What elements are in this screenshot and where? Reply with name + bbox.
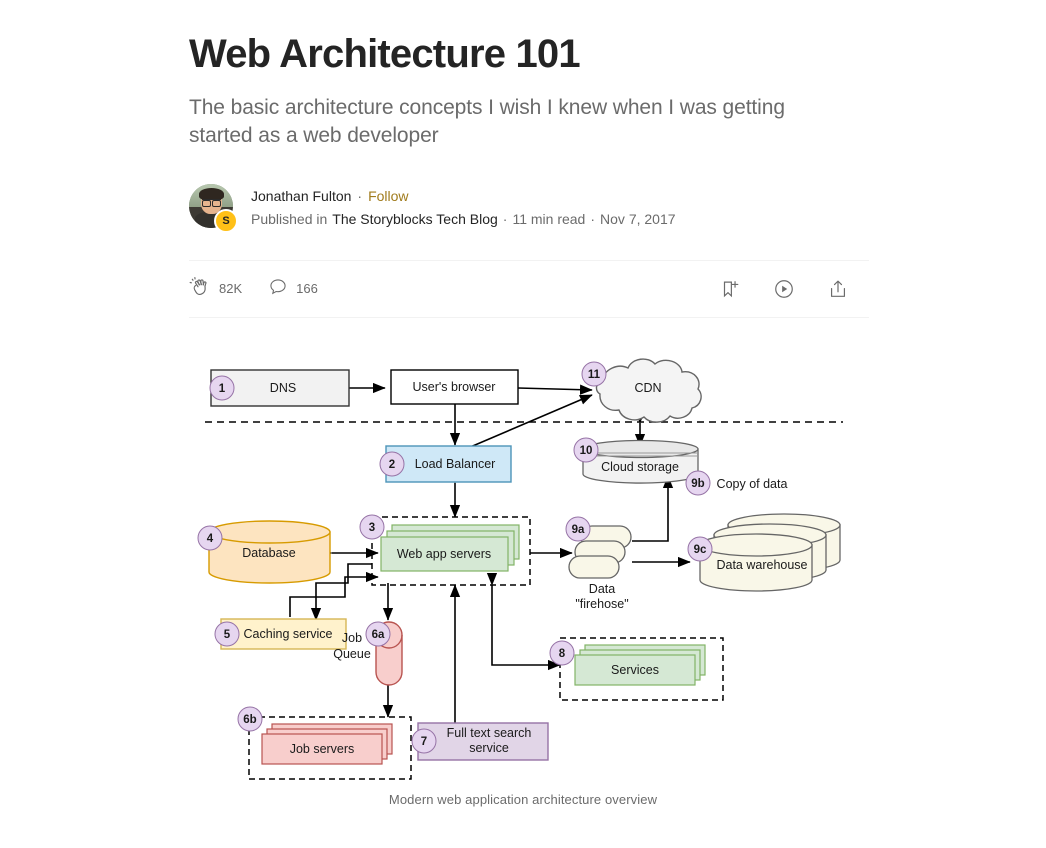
avatar[interactable]: S <box>189 183 238 233</box>
node-fulltext-label-line1: Full text search <box>447 726 532 740</box>
figure-caption: Modern web application architecture over… <box>388 792 658 807</box>
byline-separator-3: · <box>590 211 596 228</box>
comment-count: 166 <box>296 281 318 297</box>
node-jobservers-label: Job servers <box>290 742 355 756</box>
byline-text: Jonathan Fulton · Follow Published in Th… <box>251 186 676 229</box>
edge-firehose-cloudstorage <box>632 475 674 542</box>
node-web-app-servers[interactable]: Web app servers <box>371 516 531 586</box>
engagement-right-group <box>719 278 869 300</box>
page-title: Web Architecture 101 <box>189 32 581 76</box>
badge-3-text: 3 <box>369 522 375 534</box>
node-jobqueue-label-line1: Job <box>342 631 362 645</box>
node-lb-label: Load Balancer <box>415 457 496 471</box>
clap-button[interactable]: 82K <box>189 276 242 301</box>
article-header: Web Architecture 101 The basic architect… <box>189 0 869 318</box>
badge-1-text: 1 <box>219 383 226 395</box>
badge-3: 3 <box>359 514 385 540</box>
badge-9a-text: 9a <box>572 524 585 536</box>
node-caching-service[interactable]: Caching service <box>220 618 347 650</box>
node-webapp-label: Web app servers <box>397 547 491 561</box>
node-warehouse-label: Data warehouse <box>716 558 807 572</box>
node-cloud-storage[interactable]: Cloud storage <box>582 439 699 484</box>
node-data-warehouse[interactable]: Data warehouse <box>699 513 841 592</box>
byline: S Jonathan Fulton · Follow Published in … <box>189 183 869 233</box>
node-caching-label: Caching service <box>244 627 333 641</box>
publication-badge-icon[interactable]: S <box>214 208 238 233</box>
byline-meta-row: Published in The Storyblocks Tech Blog ·… <box>251 209 676 229</box>
badge-9a: 9a <box>565 516 591 542</box>
badge-1: 1 <box>209 375 235 401</box>
publication-name[interactable]: The Storyblocks Tech Blog <box>332 209 498 229</box>
badge-5: 5 <box>214 621 240 647</box>
badge-7-text: 7 <box>421 736 427 748</box>
node-firehose-label-line2: "firehose" <box>575 597 628 611</box>
node-cdn-label: CDN <box>634 381 661 395</box>
node-database[interactable]: Database <box>208 520 331 584</box>
node-users-browser[interactable]: User's browser <box>390 369 519 405</box>
play-circle-icon[interactable] <box>773 278 795 300</box>
label-copy-of-data: Copy of data <box>717 477 788 491</box>
badge-6a: 6a <box>365 621 391 647</box>
engagement-bar: 82K 166 <box>189 259 869 318</box>
badge-9c-text: 9c <box>694 544 707 556</box>
badge-10-text: 10 <box>580 445 593 457</box>
badge-10: 10 <box>573 437 599 463</box>
copy-of-data-label: Copy of data <box>717 477 788 491</box>
publish-date: Nov 7, 2017 <box>600 211 676 228</box>
engagement-left-group: 82K 166 <box>189 276 318 301</box>
badge-4-text: 4 <box>207 533 214 545</box>
node-services-label: Services <box>611 663 659 677</box>
edge-browser-cdn <box>505 382 593 395</box>
node-jobqueue-label-line2: Queue <box>333 647 371 661</box>
badge-2-text: 2 <box>389 459 395 471</box>
read-time: 11 min read <box>512 211 586 228</box>
node-job-servers[interactable]: Job servers <box>248 716 412 780</box>
node-cdn[interactable]: CDN <box>595 358 702 423</box>
badge-7: 7 <box>411 728 437 754</box>
clap-count: 82K <box>219 281 243 297</box>
badge-9b-text: 9b <box>691 478 704 490</box>
share-icon[interactable] <box>827 278 849 300</box>
node-browser-label: User's browser <box>413 380 496 394</box>
node-database-label: Database <box>242 546 296 560</box>
badge-6a-text: 6a <box>372 629 385 641</box>
node-full-text-search[interactable]: Full text search service <box>417 722 549 761</box>
byline-separator-2: · <box>502 211 508 228</box>
comment-button[interactable]: 166 <box>268 277 318 300</box>
follow-button[interactable]: Follow <box>368 186 408 206</box>
badge-8-text: 8 <box>559 648 566 660</box>
badge-11: 11 <box>581 361 607 387</box>
node-firehose-label-line1: Data <box>589 582 615 596</box>
article-subtitle: The basic architecture concepts I wish I… <box>189 96 785 147</box>
author-name[interactable]: Jonathan Fulton <box>251 186 351 206</box>
badge-4: 4 <box>197 525 223 551</box>
byline-author-row: Jonathan Fulton · Follow <box>251 186 676 206</box>
published-in-label: Published in <box>251 211 328 228</box>
badge-9c: 9c <box>687 536 713 562</box>
byline-separator-1: · <box>357 188 363 205</box>
badge-5-text: 5 <box>224 629 231 641</box>
comment-icon <box>268 277 288 300</box>
badge-6b: 6b <box>237 706 263 732</box>
badge-2: 2 <box>379 451 405 477</box>
node-services[interactable]: Services <box>559 637 724 701</box>
node-dns-label: DNS <box>270 381 296 395</box>
node-fulltext-label-line2: service <box>469 741 509 755</box>
clap-icon <box>189 276 211 301</box>
node-load-balancer[interactable]: Load Balancer <box>385 445 512 483</box>
avatar-glasses <box>202 198 221 207</box>
badge-8: 8 <box>549 640 575 666</box>
architecture-diagram: DNS 1 User's browser CDN 11 Load Balance… <box>197 358 843 780</box>
badge-11-text: 11 <box>588 369 601 381</box>
node-cloudstorage-label: Cloud storage <box>601 460 679 474</box>
badge-6b-text: 6b <box>243 714 256 726</box>
architecture-figure: DNS 1 User's browser CDN 11 Load Balance… <box>0 345 1046 825</box>
badge-9b: 9b <box>685 470 711 496</box>
bookmark-add-icon[interactable] <box>719 278 741 300</box>
